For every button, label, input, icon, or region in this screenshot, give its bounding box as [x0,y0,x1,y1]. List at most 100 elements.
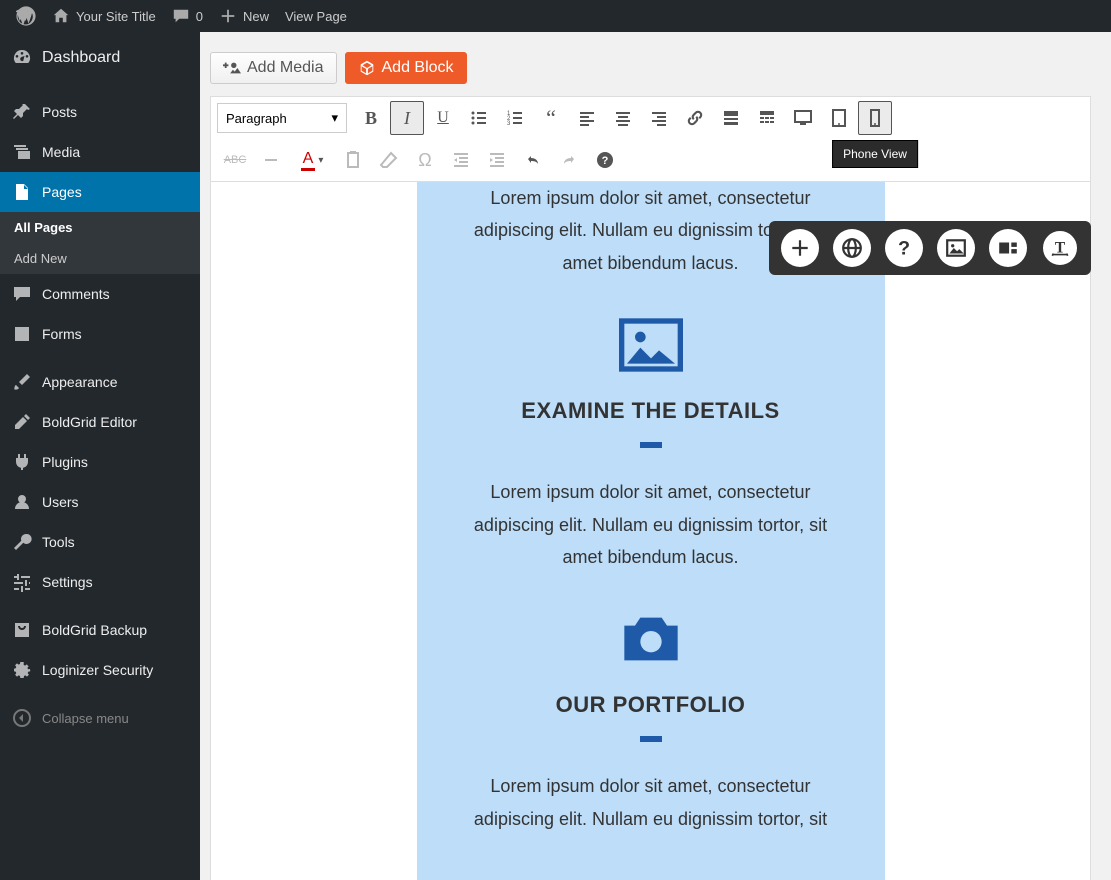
sidebar-item-label: Media [42,144,80,160]
bullet-list-button[interactable] [462,101,496,135]
sidebar-item-forms[interactable]: Forms [0,314,200,354]
text-color-button[interactable]: A▾ [290,143,334,177]
plus-icon [219,7,237,25]
insert-more-button[interactable] [714,101,748,135]
submenu-add-new[interactable]: Add New [0,243,200,274]
media-icon [12,142,32,162]
tablet-icon [829,108,849,128]
comments-count: 0 [196,9,203,24]
add-element-button[interactable] [781,229,819,267]
divider [640,442,662,448]
indent-button[interactable] [480,143,514,177]
floating-toolbar: ? T [769,221,1091,275]
blockquote-button[interactable]: “ [534,101,568,135]
pencil-icon [12,412,32,432]
dashboard-icon [12,48,32,68]
outdent-icon [451,150,471,170]
globe-button[interactable] [833,229,871,267]
sidebar-item-label: Appearance [42,374,118,390]
strikethrough-button[interactable]: ABC [218,143,252,177]
undo-icon [523,150,543,170]
special-char-button[interactable]: Ω [408,143,442,177]
align-right-button[interactable] [642,101,676,135]
sidebar-item-settings[interactable]: Settings [0,562,200,602]
add-media-button[interactable]: Add Media [210,52,337,84]
sidebar-item-media[interactable]: Media [0,132,200,172]
link-button[interactable] [678,101,712,135]
text-button[interactable]: T [1041,229,1079,267]
format-select[interactable]: Paragraph ▾ [217,103,347,133]
sidebar-item-plugins[interactable]: Plugins [0,442,200,482]
view-page-link[interactable]: View Page [277,0,355,32]
paste-text-button[interactable] [336,143,370,177]
sidebar-item-label: Comments [42,286,110,302]
desktop-view-button[interactable] [786,101,820,135]
hr-button[interactable] [254,143,288,177]
section-title[interactable]: EXAMINE THE DETAILS [447,398,855,424]
pin-icon [12,102,32,122]
sidebar-item-label: Pages [42,184,82,200]
camera-icon[interactable] [447,611,855,672]
bold-button[interactable]: B [354,101,388,135]
sidebar-item-tools[interactable]: Tools [0,522,200,562]
editor-canvas[interactable]: Lorem ipsum dolor sit amet, consectetur … [210,182,1091,880]
svg-text:3: 3 [507,121,511,127]
media-icon [223,59,241,77]
align-left-button[interactable] [570,101,604,135]
hr-icon [261,150,281,170]
add-block-button[interactable]: Add Block [345,52,467,84]
number-list-button[interactable]: 123 [498,101,532,135]
sidebar-item-pages[interactable]: Pages [0,172,200,212]
align-left-icon [577,108,597,128]
align-right-icon [649,108,669,128]
sidebar-item-dashboard[interactable]: Dashboard [0,32,200,84]
tablet-view-button[interactable] [822,101,856,135]
redo-button[interactable] [552,143,586,177]
wrench-icon [12,532,32,552]
image-icon[interactable] [447,317,855,378]
clear-format-button[interactable] [372,143,406,177]
sidebar-item-boldgrid-editor[interactable]: BoldGrid Editor [0,402,200,442]
sidebar-item-boldgrid-backup[interactable]: BoldGrid Backup [0,610,200,650]
underline-button[interactable]: U [426,101,460,135]
content-text[interactable]: Lorem ipsum dolor sit amet, consectetur … [447,770,855,835]
image-icon [945,237,967,259]
toolbar-toggle-button[interactable] [750,101,784,135]
list-ol-icon: 123 [505,108,525,128]
button-label: Add Block [382,59,454,77]
content-text[interactable]: Lorem ipsum dolor sit amet, consectetur … [447,476,855,573]
phone-view-button[interactable]: Phone View [858,101,892,135]
site-link[interactable]: Your Site Title [44,0,164,32]
tooltip: Phone View [832,140,918,168]
indent-icon [487,150,507,170]
svg-text:?: ? [898,238,910,259]
content-area: Add Media Add Block Paragraph ▾ B I U 12… [200,32,1111,880]
submenu-all-pages[interactable]: All Pages [0,212,200,243]
comments-link[interactable]: 0 [164,0,211,32]
sidebar-item-label: Settings [42,574,93,590]
help-button[interactable]: ? [885,229,923,267]
sidebar-item-comments[interactable]: Comments [0,274,200,314]
view-page-label: View Page [285,9,347,24]
italic-button[interactable]: I [390,101,424,135]
sidebar-item-appearance[interactable]: Appearance [0,362,200,402]
align-center-icon [613,108,633,128]
text-icon: T [1049,237,1071,259]
help-button[interactable]: ? [588,143,622,177]
align-center-button[interactable] [606,101,640,135]
wp-logo[interactable] [8,0,44,32]
backup-icon [12,620,32,640]
sidebar-item-loginizer[interactable]: Loginizer Security [0,650,200,690]
new-link[interactable]: New [211,0,277,32]
collapse-menu[interactable]: Collapse menu [0,698,200,738]
sidebar-item-users[interactable]: Users [0,482,200,522]
section-title[interactable]: OUR PORTFOLIO [447,692,855,718]
cube-icon [358,59,376,77]
layout-button[interactable] [989,229,1027,267]
question-icon: ? [893,237,915,259]
outdent-button[interactable] [444,143,478,177]
sidebar-item-posts[interactable]: Posts [0,92,200,132]
undo-button[interactable] [516,143,550,177]
image-button[interactable] [937,229,975,267]
sidebar-item-label: Dashboard [42,49,120,67]
